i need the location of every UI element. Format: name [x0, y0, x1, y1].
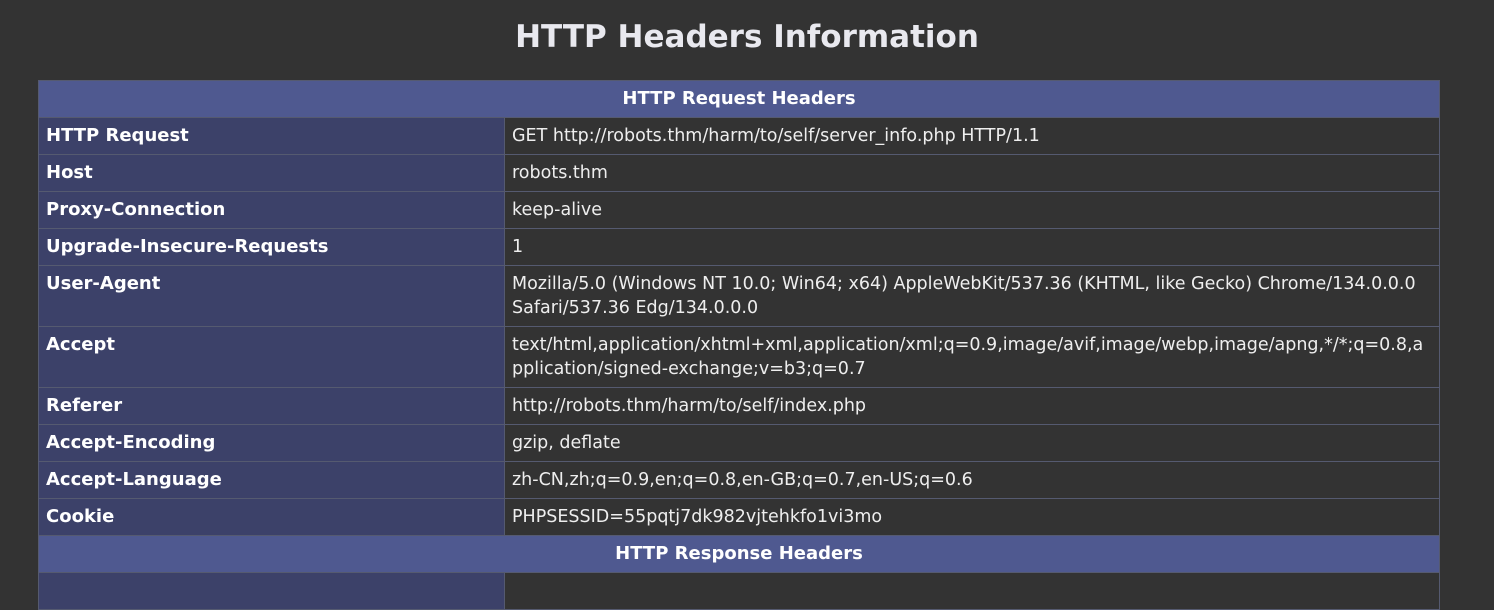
table-row: Host robots.thm	[38, 154, 1440, 192]
table-row: Proxy-Connection keep-alive	[38, 191, 1440, 229]
header-name: HTTP Request	[38, 117, 505, 155]
header-name: Referer	[38, 387, 505, 425]
header-value: Mozilla/5.0 (Windows NT 10.0; Win64; x64…	[504, 265, 1440, 327]
header-value: GET http://robots.thm/harm/to/self/serve…	[504, 117, 1440, 155]
page-title: HTTP Headers Information	[515, 19, 979, 55]
header-value: robots.thm	[504, 154, 1440, 192]
header-value: text/html,application/xhtml+xml,applicat…	[504, 326, 1440, 388]
response-section-row: HTTP Response Headers	[38, 535, 1440, 573]
table-row: HTTP Request GET http://robots.thm/harm/…	[38, 117, 1440, 155]
header-value: http://robots.thm/harm/to/self/index.php	[504, 387, 1440, 425]
header-value	[504, 572, 1440, 610]
request-section-row: HTTP Request Headers	[38, 80, 1440, 118]
header-value: gzip, deflate	[504, 424, 1440, 462]
header-name: Upgrade-Insecure-Requests	[38, 228, 505, 266]
table-row: Accept-Language zh-CN,zh;q=0.9,en;q=0.8,…	[38, 461, 1440, 499]
table-row: Accept text/html,application/xhtml+xml,a…	[38, 326, 1440, 388]
header-value: 1	[504, 228, 1440, 266]
table-row	[38, 572, 1440, 610]
table-row: Referer http://robots.thm/harm/to/self/i…	[38, 387, 1440, 425]
header-name: Accept	[38, 326, 505, 388]
header-name: Cookie	[38, 498, 505, 536]
header-value: keep-alive	[504, 191, 1440, 229]
header-name: Host	[38, 154, 505, 192]
header-name: User-Agent	[38, 265, 505, 327]
header-name: Accept-Language	[38, 461, 505, 499]
header-name: Proxy-Connection	[38, 191, 505, 229]
table-row: Upgrade-Insecure-Requests 1	[38, 228, 1440, 266]
header-value: zh-CN,zh;q=0.9,en;q=0.8,en-GB;q=0.7,en-U…	[504, 461, 1440, 499]
header-value: PHPSESSID=55pqtj7dk982vjtehkfo1vi3mo	[504, 498, 1440, 536]
table-row: Cookie PHPSESSID=55pqtj7dk982vjtehkfo1vi…	[38, 498, 1440, 536]
table-row: Accept-Encoding gzip, deflate	[38, 424, 1440, 462]
header-name	[38, 572, 505, 610]
header-name: Accept-Encoding	[38, 424, 505, 462]
request-section-title: HTTP Request Headers	[38, 80, 1440, 118]
response-section-title: HTTP Response Headers	[38, 535, 1440, 573]
table-row: User-Agent Mozilla/5.0 (Windows NT 10.0;…	[38, 265, 1440, 327]
headers-table: HTTP Request Headers HTTP Request GET ht…	[38, 80, 1440, 610]
